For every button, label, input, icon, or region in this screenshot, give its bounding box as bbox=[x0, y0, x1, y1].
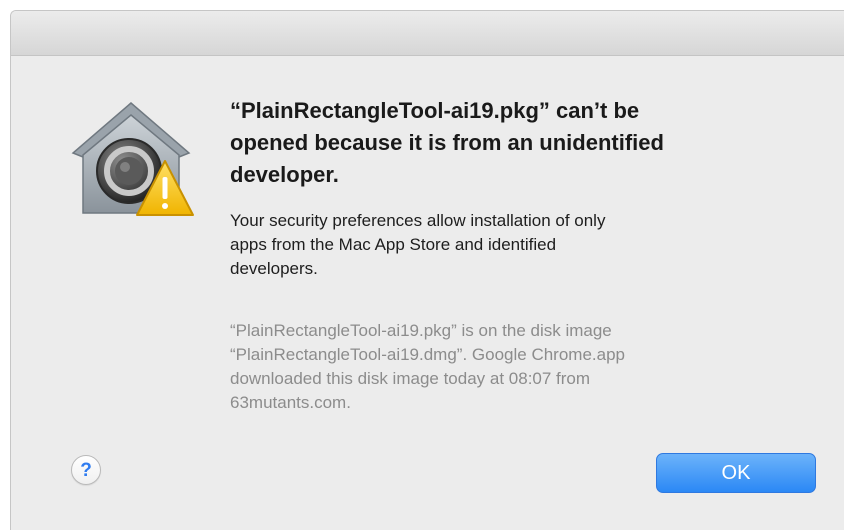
dialog-headline: “PlainRectangleTool-ai19.pkg” can’t be o… bbox=[230, 98, 664, 187]
ok-button[interactable]: OK bbox=[656, 453, 816, 493]
gatekeeper-house-icon bbox=[71, 102, 194, 216]
dialog-titlebar[interactable] bbox=[11, 11, 844, 56]
help-icon: ? bbox=[80, 459, 92, 481]
dialog-body-text: Your security preferences allow installa… bbox=[230, 211, 606, 278]
gatekeeper-security-icon bbox=[67, 95, 195, 223]
help-button[interactable]: ? bbox=[71, 455, 101, 485]
unidentified-developer-dialog: “PlainRectangleTool-ai19.pkg” can’t be o… bbox=[10, 10, 844, 530]
dialog-info-text: “PlainRectangleTool-ai19.pkg” is on the … bbox=[230, 321, 625, 412]
dialog-text-area: “PlainRectangleTool-ai19.pkg” can’t be o… bbox=[230, 95, 820, 415]
